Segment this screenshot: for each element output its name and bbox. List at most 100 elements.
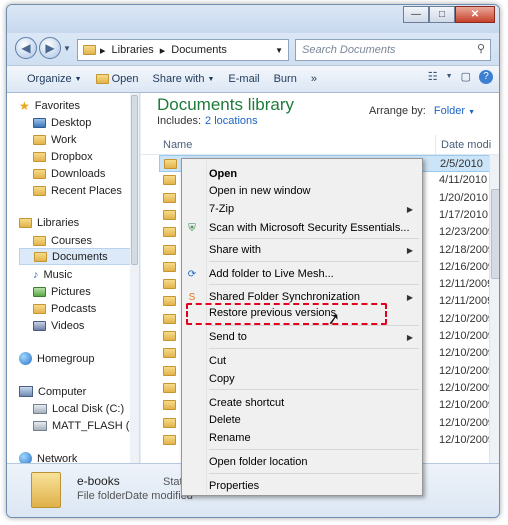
sync-icon: S <box>188 291 196 303</box>
menu-item-label: 7-Zip <box>209 203 235 215</box>
email-button[interactable]: E-mail <box>228 73 259 85</box>
folder-icon <box>33 134 46 145</box>
scrollbar-thumb[interactable] <box>131 95 138 265</box>
menu-item-create-shortcut[interactable]: Create shortcut <box>209 394 421 412</box>
desktop-icon <box>33 117 46 128</box>
sidebar-favorites[interactable]: ★ Favorites <box>19 97 80 114</box>
breadcrumb-libraries[interactable]: Libraries <box>112 44 154 56</box>
menu-item-label: Cut <box>209 355 227 367</box>
open-button[interactable]: Open <box>95 73 139 85</box>
maximize-button[interactable]: □ <box>429 6 455 23</box>
sidebar-item-desktop[interactable]: Desktop <box>33 114 91 131</box>
open-folder-icon <box>95 74 109 84</box>
sidebar-item-matt-flash[interactable]: MATT_FLASH (E: <box>33 417 140 434</box>
menu-separator <box>209 348 419 349</box>
arrange-by: Arrange by: Folder ▼ <box>369 105 475 117</box>
sidebar-computer[interactable]: Computer <box>19 383 86 400</box>
menu-item-7-zip[interactable]: 7-Zip ▶ <box>209 200 421 218</box>
sidebar-network[interactable]: Network <box>19 450 77 463</box>
chevron-down-icon[interactable]: ▼ <box>446 73 453 84</box>
sidebar-item-downloads[interactable]: Downloads <box>33 165 105 182</box>
sidebar-item-label: Downloads <box>51 167 106 180</box>
scrollbar-thumb[interactable] <box>491 189 499 279</box>
sidebar-item-videos[interactable]: Videos <box>33 317 84 334</box>
sidebar-header-label: Favorites <box>34 99 81 112</box>
sidebar-header-label: Libraries <box>37 216 80 229</box>
folder-icon <box>163 296 176 307</box>
sidebar-item-work[interactable]: Work <box>33 131 76 148</box>
folder-icon <box>163 417 176 428</box>
sidebar-item-pictures[interactable]: Pictures <box>33 283 91 300</box>
sidebar-item-recent-places[interactable]: Recent Places <box>33 182 122 199</box>
file-date: 12/10/2009 <box>439 381 495 394</box>
share-with-button[interactable]: Share with ▼ <box>153 73 215 85</box>
sidebar-libraries[interactable]: Libraries <box>19 214 79 231</box>
chevron-down-icon: ▼ <box>207 75 215 83</box>
menu-item-rename[interactable]: Rename <box>209 429 421 447</box>
sidebar-item-music[interactable]: ♪ Music <box>33 266 72 283</box>
context-menu: Open Open in new window 7-Zip ▶ Scan with Mi… <box>181 158 423 496</box>
address-dropdown-icon[interactable]: ▼ <box>275 46 283 55</box>
file-date: 12/11/2009 <box>439 278 494 291</box>
menu-item-delete[interactable]: Delete <box>209 411 421 429</box>
includes-line: Includes: 2 locations <box>157 115 258 127</box>
folder-icon <box>163 434 176 445</box>
sidebar-item-label: Pictures <box>51 285 91 298</box>
burn-button[interactable]: Burn <box>274 73 297 85</box>
change-view-icon[interactable]: ☷ <box>428 70 438 84</box>
sidebar-item-documents[interactable]: Documents <box>19 248 135 265</box>
locations-link[interactable]: 2 locations <box>205 115 258 127</box>
menu-item-copy[interactable]: Copy <box>209 370 421 388</box>
menu-item-open[interactable]: Open <box>209 165 421 183</box>
preview-pane-icon[interactable]: ▢ <box>461 70 471 84</box>
menu-item-scan-with-microsoft-security-essentials[interactable]: Scan with Microsoft Security Essentials.… <box>209 219 421 237</box>
menu-item-label: Copy <box>209 373 235 385</box>
page-title: Documents library <box>157 95 294 114</box>
folder-icon <box>163 175 176 186</box>
content-scrollbar[interactable] <box>489 155 499 463</box>
column-divider[interactable] <box>435 135 436 155</box>
menu-item-properties[interactable]: Properties <box>209 477 421 495</box>
sidebar-item-courses[interactable]: Courses <box>33 232 92 249</box>
organize-button[interactable]: Organize ▼ <box>27 73 82 85</box>
help-icon[interactable]: ? <box>479 70 493 84</box>
menu-item-label: Rename <box>209 432 251 444</box>
column-name[interactable]: Name <box>163 139 192 151</box>
sidebar-item-label: MATT_FLASH (E: <box>52 419 140 432</box>
minimize-button[interactable]: — <box>403 6 429 23</box>
file-date: 12/11/2009 <box>439 295 494 308</box>
menu-separator <box>209 389 419 390</box>
menu-item-add-folder-to-live-mesh[interactable]: Add folder to Live Mesh... <box>209 265 421 283</box>
sidebar-homegroup[interactable]: Homegroup <box>19 350 94 367</box>
menu-item-cut[interactable]: Cut <box>209 352 421 370</box>
menu-item-share-with[interactable]: Share with ▶ <box>209 241 421 259</box>
menu-item-open-folder-location[interactable]: Open folder location <box>209 453 421 471</box>
file-date: 12/16/2009 <box>439 260 495 273</box>
more-commands-button[interactable]: » <box>311 73 317 85</box>
menu-item-open-in-new-window[interactable]: Open in new window <box>209 182 421 200</box>
menu-item-label: Add folder to Live Mesh... <box>209 268 334 280</box>
network-icon <box>19 452 32 463</box>
sidebar-item-podcasts[interactable]: Podcasts <box>33 300 96 317</box>
back-arrow-icon: ◀ <box>21 41 31 55</box>
menu-item-send-to[interactable]: Send to ▶ <box>209 328 421 346</box>
file-date: 12/10/2009 <box>439 312 495 325</box>
back-button[interactable]: ◀ <box>15 37 37 59</box>
folder-icon <box>163 382 176 393</box>
pictures-icon <box>33 286 46 297</box>
sidebar-item-label: Desktop <box>51 116 92 129</box>
close-button[interactable]: ✕ <box>455 6 495 23</box>
sidebar-item-local-disk[interactable]: Local Disk (C:) <box>33 400 124 417</box>
breadcrumb-documents[interactable]: Documents <box>171 44 227 56</box>
column-date-modified[interactable]: Date modi <box>441 139 491 151</box>
sidebar-scrollbar[interactable] <box>130 93 139 463</box>
search-input[interactable]: Search Documents ⚲ <box>295 39 491 61</box>
arrange-dropdown[interactable]: Folder ▼ <box>434 105 475 117</box>
address-bar[interactable]: ▸ Libraries ▸ Documents ▼ <box>77 39 289 61</box>
navigation-pane: ★ Favorites Desktop Work Dropbox Download… <box>7 93 140 463</box>
folder-icon <box>33 235 46 246</box>
forward-button[interactable]: ▶ <box>39 37 61 59</box>
column-header: Name Date modi <box>141 135 499 155</box>
recent-pages-icon[interactable]: ▼ <box>63 44 71 53</box>
sidebar-item-dropbox[interactable]: Dropbox <box>33 148 93 165</box>
